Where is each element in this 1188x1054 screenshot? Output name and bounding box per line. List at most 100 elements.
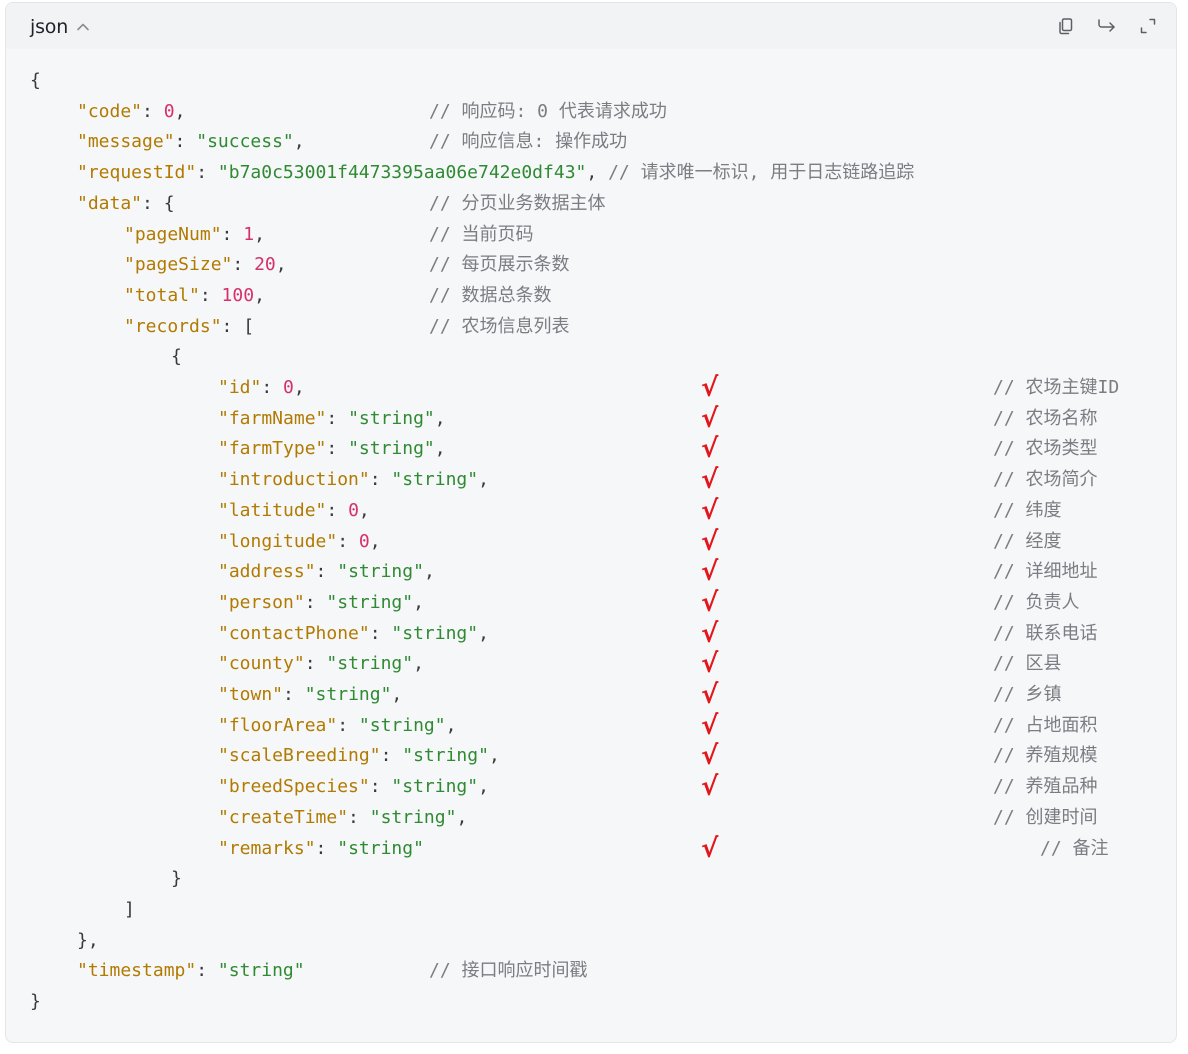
code-line: } <box>171 864 1150 895</box>
code-tokens: "address": "string", <box>218 561 435 582</box>
token-num: 20 <box>254 254 276 276</box>
code-line: "message": "success", // 响应信息: 操作成功 <box>77 127 1150 158</box>
token-punc: : <box>337 530 359 552</box>
code-comment: // 每页展示条数 <box>429 254 570 276</box>
token-str: "string" <box>217 960 305 982</box>
expand-icon <box>1138 16 1158 36</box>
code-comment: // 响应码: 0 代表请求成功 <box>429 100 667 122</box>
token-punc: , <box>254 223 265 245</box>
token-num: 100 <box>221 284 255 306</box>
checkmark-annotation: √ <box>701 373 719 403</box>
code-line: } <box>30 987 1150 1018</box>
token-punc: ] <box>124 898 135 920</box>
checkmark-annotation: √ <box>701 403 719 434</box>
code-tokens: "id": 0, <box>218 377 305 398</box>
code-comment: // 联系电话 <box>993 622 1098 644</box>
token-punc: : <box>174 131 197 153</box>
code-comment: // 农场名称 <box>993 407 1098 429</box>
token-punc: : <box>221 223 244 245</box>
code-tokens: { <box>30 70 41 91</box>
token-num: 0 <box>358 530 370 552</box>
token-punc: : <box>199 284 222 306</box>
token-punc: : <box>261 377 284 398</box>
chevron-up-icon <box>74 18 92 36</box>
code-line: "code": 0, // 响应码: 0 代表请求成功 <box>77 97 1150 128</box>
code-tokens: "county": "string", <box>218 653 424 674</box>
code-line: "floorArea": "string", // 占地面积 √ <box>218 711 1150 742</box>
code-tokens: "pageNum": 1, <box>124 224 265 245</box>
language-toggle[interactable]: json <box>30 15 92 39</box>
code-line: "remarks": "string" // 备注 √ <box>218 834 1150 865</box>
token-key: "message" <box>77 131 175 153</box>
token-str: "string" <box>358 714 446 736</box>
code-comment: // 纬度 <box>993 499 1062 521</box>
token-str: "string" <box>348 407 435 429</box>
expand-button[interactable] <box>1136 14 1160 38</box>
code-tokens: "farmName": "string", <box>218 408 446 429</box>
code-line: "town": "string", // 乡镇 √ <box>218 680 1150 711</box>
token-punc: , <box>434 407 446 429</box>
code-tokens: "contactPhone": "string", <box>218 623 489 644</box>
code-comment: // 接口响应时间戳 <box>429 960 588 982</box>
token-key: "records" <box>124 315 222 337</box>
checkmark-annotation: √ <box>701 465 719 496</box>
token-punc: , <box>478 469 489 491</box>
code-line: ] <box>124 895 1150 926</box>
token-punc: : <box>369 622 392 644</box>
token-key: "farmName" <box>218 407 327 429</box>
token-key: "address" <box>218 561 316 583</box>
token-str: "b7a0c53001f4473395aa06e742e0df43" <box>217 162 587 184</box>
checkmark-annotation: √ <box>701 833 719 864</box>
token-punc: , <box>413 653 424 675</box>
code-block-header: json <box>6 3 1176 49</box>
token-num: 0 <box>283 377 294 398</box>
code-comment: // 响应信息: 操作成功 <box>429 131 628 153</box>
token-str: "string" <box>391 776 479 798</box>
copy-button[interactable] <box>1054 14 1078 38</box>
code-tokens: "timestamp": "string" <box>77 960 305 981</box>
token-key: "contactPhone" <box>218 622 370 644</box>
token-punc: , <box>488 745 500 767</box>
code-tokens: ] <box>124 899 135 920</box>
token-punc: : <box>304 591 327 613</box>
token-punc: : <box>315 561 338 583</box>
token-key: "county" <box>218 653 305 675</box>
token-punc: , <box>413 591 424 613</box>
token-key: "pageSize" <box>124 254 233 276</box>
token-key: "person" <box>218 591 305 613</box>
token-punc: : <box>196 960 218 982</box>
code-comment: // 备注 <box>1040 837 1109 859</box>
token-key: "town" <box>218 684 284 705</box>
token-punc: : { <box>142 192 175 214</box>
checkmark-annotation: √ <box>701 587 719 618</box>
token-str: "success" <box>196 131 294 153</box>
token-key: "code" <box>77 100 143 122</box>
token-punc: , <box>254 284 265 306</box>
code-tokens: "farmType": "string", <box>218 438 446 459</box>
token-punc: , <box>293 377 305 398</box>
code-tokens: "scaleBreeding": "string", <box>218 745 500 766</box>
code-tokens: "data": { <box>77 193 175 214</box>
token-num: 0 <box>163 100 175 122</box>
token-num: 1 <box>243 223 255 245</box>
token-str: "string" <box>304 684 392 705</box>
token-punc: : <box>337 714 359 736</box>
code-line: "scaleBreeding": "string", // 养殖规模 √ <box>218 741 1150 772</box>
code-tokens: "town": "string", <box>218 684 402 705</box>
checkmark-annotation: √ <box>701 741 719 772</box>
code-tokens: } <box>171 868 182 889</box>
token-str: "string" <box>326 591 414 613</box>
code-tokens: } <box>30 991 41 1012</box>
wrap-button[interactable] <box>1095 14 1119 38</box>
language-label: json <box>30 16 69 38</box>
code-line: "id": 0, // 农场主键ID √ <box>218 373 1150 404</box>
code-comment: // 农场主键ID <box>993 377 1120 398</box>
code-line: "total": 100, // 数据总条数 <box>124 281 1150 312</box>
code-line: "breedSpecies": "string", // 养殖品种 √ <box>218 772 1150 803</box>
code-line: "longitude": 0, // 经度 √ <box>218 527 1150 558</box>
token-str: "string" <box>326 653 414 675</box>
code-line: "introduction": "string", // 农场简介 √ <box>218 465 1150 496</box>
token-punc: : <box>196 162 218 184</box>
code-comment: // 农场类型 <box>993 438 1098 460</box>
copy-icon <box>1056 16 1076 36</box>
